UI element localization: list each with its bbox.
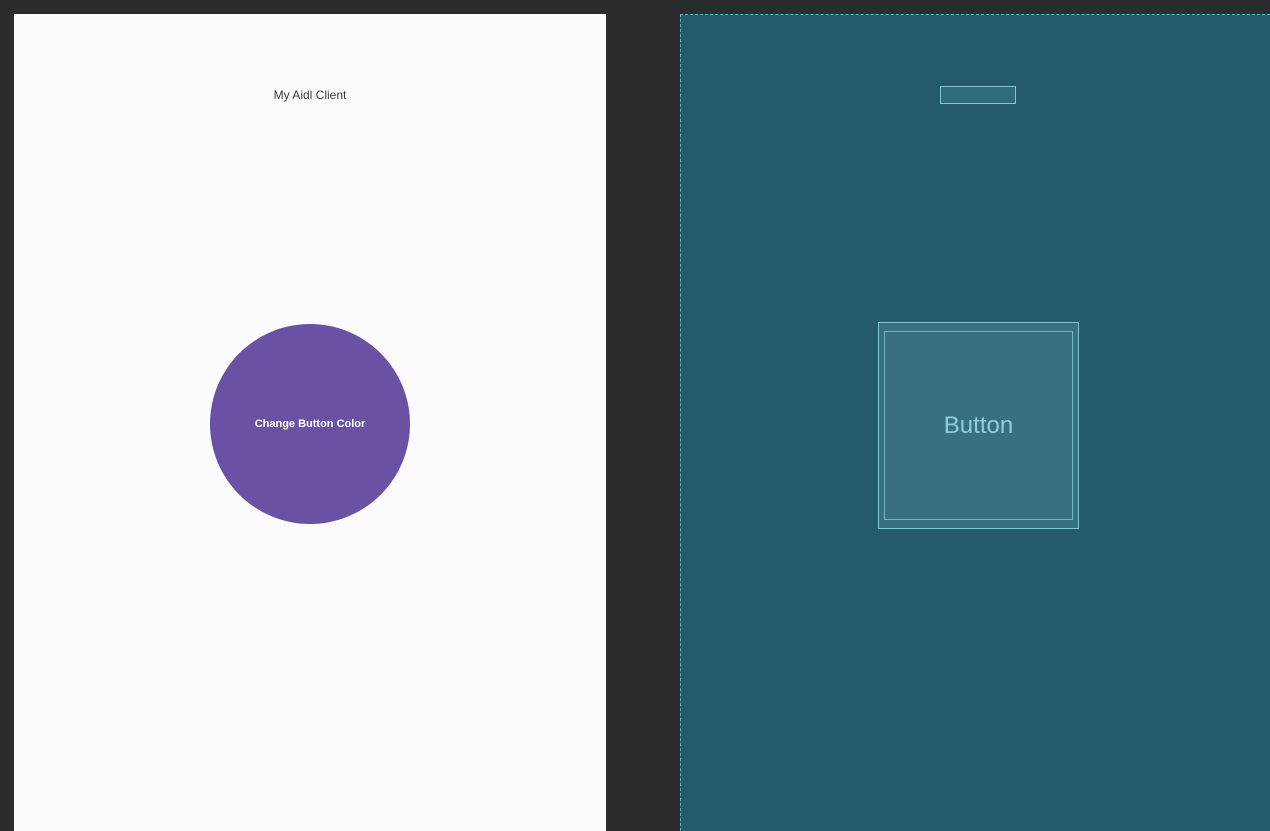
blueprint-view-surface[interactable]: Button [680,14,1270,831]
change-button-color-button[interactable]: Change Button Color [210,324,410,524]
design-view-surface[interactable]: My Aidl Client Change Button Color [14,14,606,831]
layout-editor-canvas: My Aidl Client Change Button Color Butto… [0,0,1270,831]
blueprint-button-widget[interactable]: Button [878,322,1079,529]
blueprint-button-label: Button [943,411,1014,439]
blueprint-button-bounds: Button [884,331,1073,520]
app-title-text[interactable]: My Aidl Client [14,88,606,102]
change-button-color-label: Change Button Color [254,418,366,430]
blueprint-title-textview[interactable] [940,86,1016,104]
